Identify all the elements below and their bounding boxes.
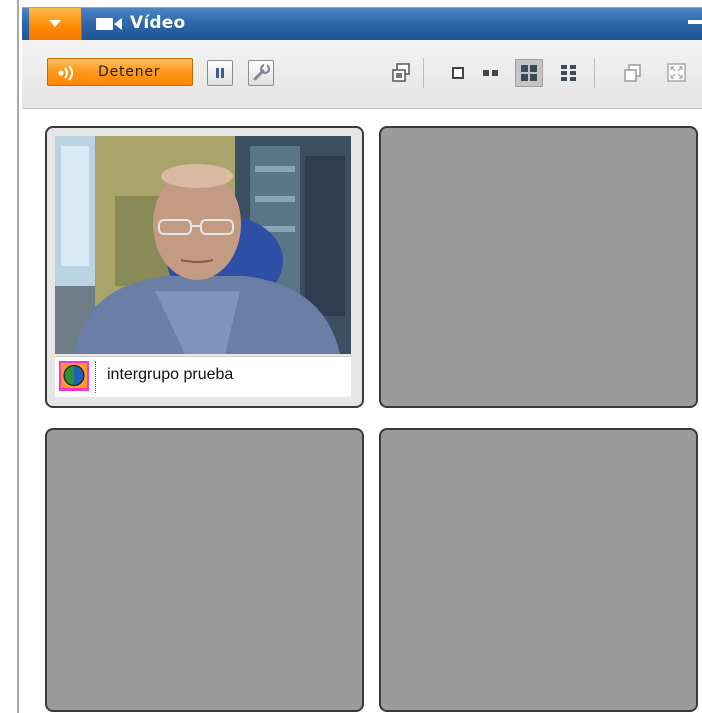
settings-button[interactable] <box>248 60 274 86</box>
layout-four-icon <box>521 65 537 81</box>
collapse-button[interactable] <box>29 8 82 40</box>
stop-button[interactable]: Detener <box>47 58 193 86</box>
name-separator <box>95 361 96 393</box>
status-globe-icon <box>59 361 89 391</box>
video-tile-2[interactable] <box>379 126 698 408</box>
stop-button-label: Detener <box>98 64 161 80</box>
pause-button[interactable] <box>207 60 233 86</box>
layout-four-selected[interactable] <box>515 59 543 87</box>
layout-six-icon[interactable] <box>558 62 580 84</box>
video-camera-icon <box>96 18 122 30</box>
participant-name: intergrupo prueba <box>107 366 234 383</box>
panel-title: Vídeo <box>130 13 186 33</box>
wrench-icon <box>253 63 271 81</box>
video-tile-3[interactable] <box>45 428 364 712</box>
restore-window-icon[interactable] <box>622 62 644 84</box>
participant-video-feed <box>55 136 351 354</box>
video-tile-1[interactable]: intergrupo prueba <box>45 126 364 408</box>
participant-name-bar: intergrupo prueba <box>55 356 351 397</box>
triangle-down-icon <box>49 20 61 27</box>
broadcast-icon <box>58 65 73 81</box>
toolbar-separator <box>594 58 595 88</box>
video-panel: Vídeo Detener intergrupo prueba <box>22 0 702 713</box>
layout-single-icon[interactable] <box>447 62 469 84</box>
panel-title-bar: Vídeo <box>22 7 702 40</box>
video-tile-4[interactable] <box>379 428 698 712</box>
layout-two-icon[interactable] <box>480 62 502 84</box>
minimize-icon[interactable] <box>688 20 702 24</box>
toolbar-separator <box>423 58 424 88</box>
fullscreen-icon[interactable] <box>666 62 688 84</box>
left-window-border <box>17 0 19 713</box>
video-toolbar: Detener <box>22 40 702 109</box>
capture-icon[interactable] <box>390 62 412 84</box>
